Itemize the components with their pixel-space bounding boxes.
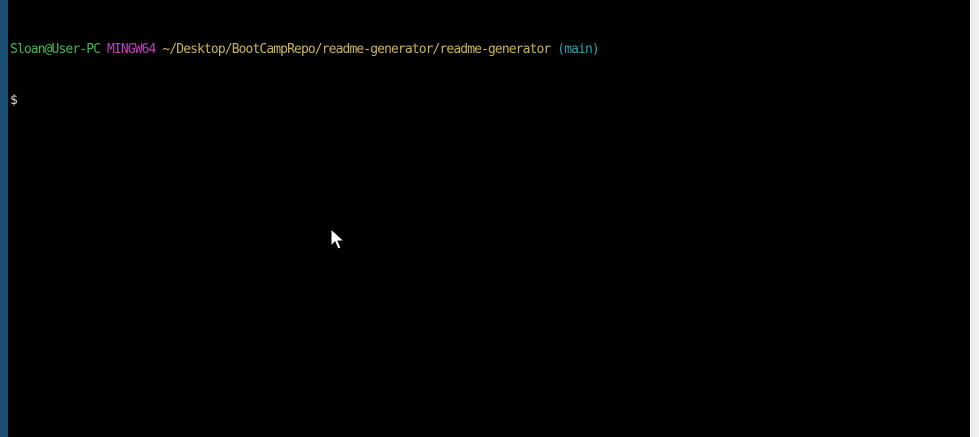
- terminal-window: Sloan@User-PC MINGW64 ~/Desktop/BootCamp…: [0, 0, 979, 437]
- command-line[interactable]: $: [10, 92, 599, 109]
- mouse-pointer-icon: [330, 228, 346, 250]
- terminal-output-area[interactable]: Sloan@User-PC MINGW64 ~/Desktop/BootCamp…: [8, 0, 970, 437]
- prompt-user-host: Sloan@User-PC: [10, 42, 101, 57]
- prompt-path: ~/Desktop/BootCampRepo/readme-generator/…: [162, 42, 551, 57]
- window-left-edge: [0, 0, 8, 437]
- terminal-content: Sloan@User-PC MINGW64 ~/Desktop/BootCamp…: [10, 7, 600, 143]
- command-prompt-symbol: $: [10, 93, 18, 108]
- prompt-line: Sloan@User-PC MINGW64 ~/Desktop/BootCamp…: [10, 41, 600, 58]
- vertical-scrollbar[interactable]: [971, 0, 979, 437]
- prompt-git-branch: (main): [557, 42, 599, 57]
- prompt-environment: MINGW64: [106, 42, 156, 57]
